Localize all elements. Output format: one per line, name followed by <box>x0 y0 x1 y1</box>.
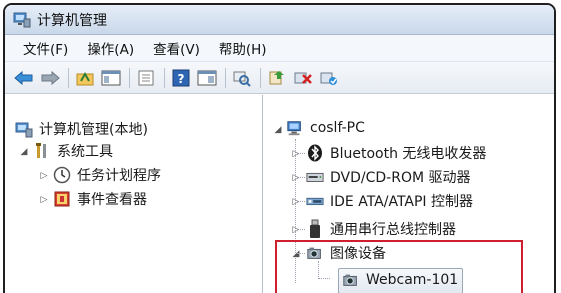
console-icon[interactable] <box>196 67 218 89</box>
left-tree-pane: 计算机管理(本地) ◢ 系统工具 ▷ 任务计划程序 ▷ 事件查看器 <box>5 95 263 293</box>
expanded-arrow-icon[interactable]: ◢ <box>273 125 283 135</box>
dvd-drive-icon <box>306 168 324 186</box>
tree-connector <box>297 201 305 202</box>
help-icon[interactable]: ? <box>170 67 192 89</box>
show-hide-tree-icon[interactable] <box>100 67 122 89</box>
tree-item-system-tools[interactable]: 系统工具 <box>33 141 113 161</box>
collapsed-arrow-icon[interactable]: ▷ <box>291 197 301 207</box>
properties-icon[interactable] <box>135 67 157 89</box>
tree-label: IDE ATA/ATAPI 控制器 <box>330 194 474 210</box>
toolbar-separator <box>129 67 130 88</box>
tree-label: Bluetooth 无线电收发器 <box>330 146 487 162</box>
expanded-arrow-icon[interactable]: ◢ <box>19 147 29 157</box>
red-highlight-box <box>275 240 523 293</box>
menu-file[interactable]: 文件(F) <box>23 38 68 58</box>
ide-controller-icon <box>306 192 324 210</box>
tree-item-ide[interactable]: IDE ATA/ATAPI 控制器 <box>306 191 473 211</box>
menu-action[interactable]: 操作(A) <box>87 38 134 58</box>
back-arrow-icon[interactable] <box>13 67 35 89</box>
scan-hardware-icon[interactable] <box>231 67 253 89</box>
uninstall-icon[interactable] <box>292 67 314 89</box>
collapsed-arrow-icon[interactable]: ▷ <box>291 149 301 159</box>
tree-label: DVD/CD-ROM 驱动器 <box>330 170 471 186</box>
tree-item-dvd[interactable]: DVD/CD-ROM 驱动器 <box>306 167 471 187</box>
computer-management-icon <box>13 11 31 28</box>
tree-label: 事件查看器 <box>77 192 147 208</box>
clock-icon <box>53 166 71 184</box>
menu-view[interactable]: 查看(V) <box>153 38 200 58</box>
enable-device-icon[interactable] <box>318 67 340 89</box>
computer-icon <box>286 119 304 137</box>
window-title: 计算机管理 <box>37 12 107 29</box>
tree-item-computer[interactable]: coslf-PC <box>286 119 365 137</box>
toolbar-separator <box>68 67 69 88</box>
tree-item-task-scheduler[interactable]: 任务计划程序 <box>53 165 161 185</box>
menu-bar: 文件(F) 操作(A) 查看(V) 帮助(H) <box>5 35 554 62</box>
menu-help[interactable]: 帮助(H) <box>219 38 267 58</box>
title-bar[interactable]: 计算机管理 <box>5 5 554 35</box>
usb-icon <box>306 219 324 238</box>
toolbar: ? <box>5 62 554 94</box>
toolbar-separator <box>164 67 165 88</box>
tree-label: 任务计划程序 <box>77 168 161 184</box>
tree-item-event-viewer[interactable]: 事件查看器 <box>53 189 147 209</box>
toolbar-separator <box>225 67 226 88</box>
toolbar-separator <box>260 67 261 88</box>
event-viewer-icon <box>53 190 71 208</box>
tree-item-bluetooth[interactable]: Bluetooth 无线电收发器 <box>306 143 486 163</box>
collapsed-arrow-icon[interactable]: ▷ <box>39 195 49 205</box>
forward-arrow-icon[interactable] <box>39 67 61 89</box>
collapsed-arrow-icon[interactable]: ▷ <box>291 225 301 235</box>
computer-management-icon <box>15 120 33 138</box>
tree-root-local[interactable]: 计算机管理(本地) <box>15 119 148 139</box>
update-driver-icon[interactable] <box>266 67 288 89</box>
computer-management-window: 计算机管理 文件(F) 操作(A) 查看(V) 帮助(H) ? 计算机管理(本地… <box>3 3 556 293</box>
tree-label: 通用串行总线控制器 <box>330 222 456 238</box>
bluetooth-icon <box>306 144 324 162</box>
tree-label: 计算机管理(本地) <box>39 122 148 138</box>
collapsed-arrow-icon[interactable]: ▷ <box>39 171 49 181</box>
up-folder-icon[interactable] <box>74 67 96 89</box>
tree-item-usb[interactable]: 通用串行总线控制器 <box>306 219 456 239</box>
tree-label: coslf-PC <box>310 120 365 136</box>
tree-connector <box>297 229 305 230</box>
collapsed-arrow-icon[interactable]: ▷ <box>291 173 301 183</box>
tools-icon <box>33 142 51 160</box>
tree-connector <box>297 177 305 178</box>
tree-label: 系统工具 <box>57 144 113 160</box>
tree-connector <box>297 153 305 154</box>
svg-text:?: ? <box>178 72 185 86</box>
